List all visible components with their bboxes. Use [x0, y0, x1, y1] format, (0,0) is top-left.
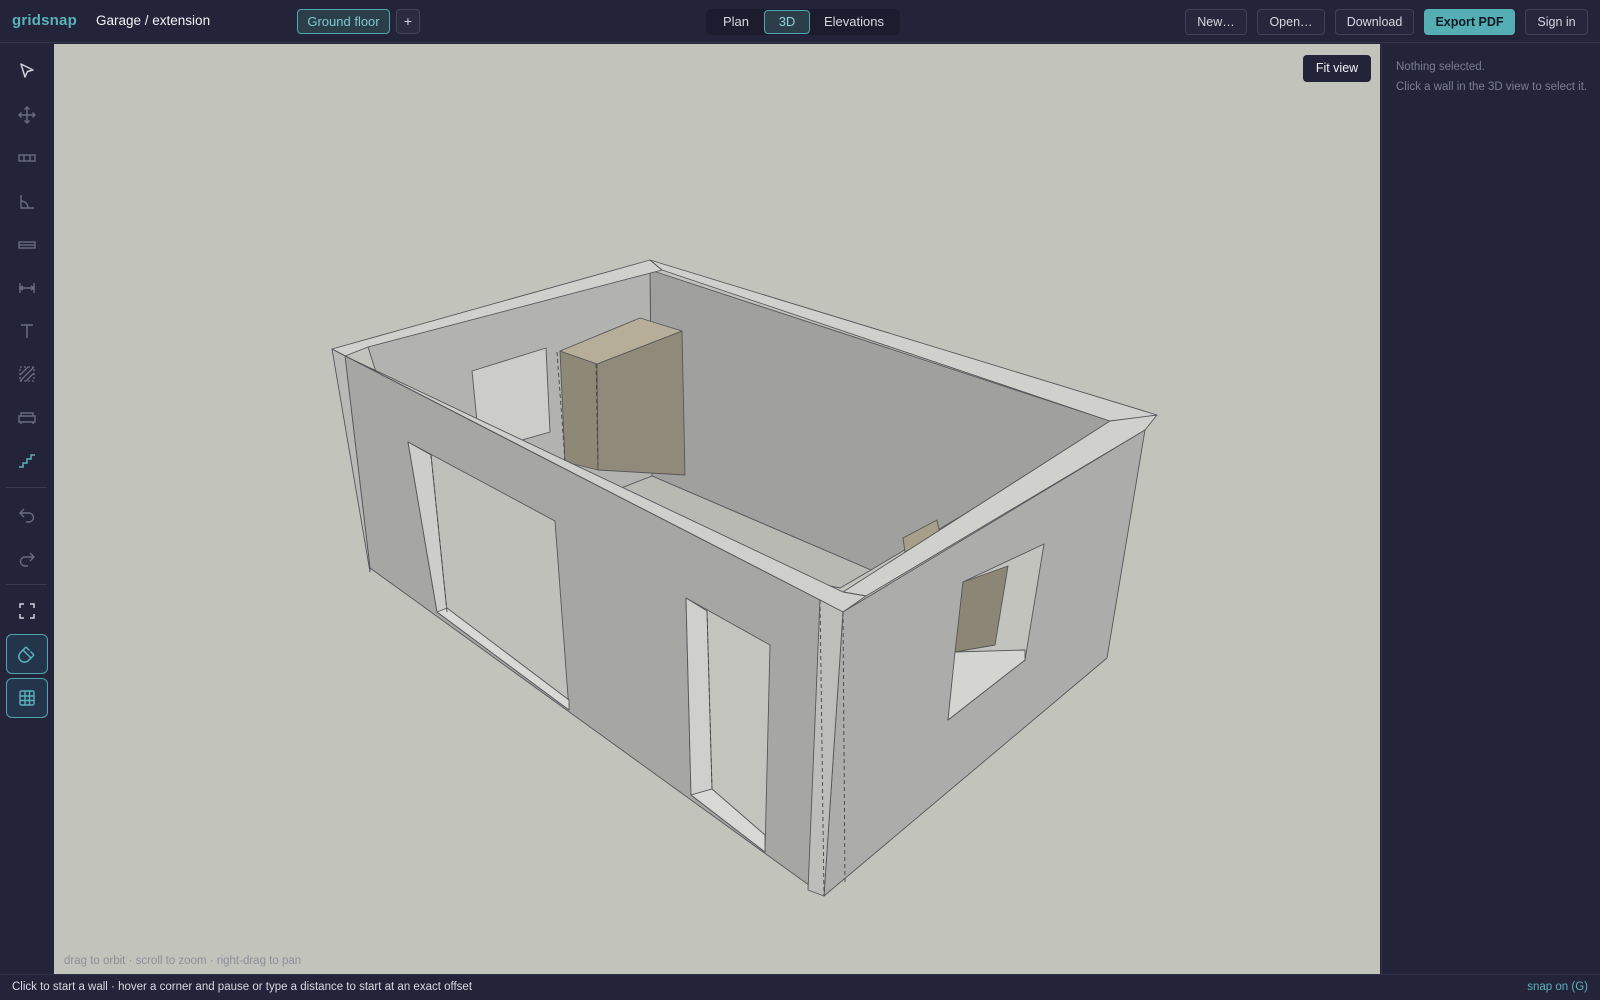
- move-tool[interactable]: [6, 95, 48, 135]
- select-tool[interactable]: [6, 51, 48, 91]
- tool-rail: [0, 44, 53, 974]
- tool-divider: [6, 584, 47, 585]
- text-icon: [21, 324, 33, 338]
- tool-divider: [6, 487, 47, 488]
- floor-tab-ground[interactable]: Ground floor: [297, 9, 390, 34]
- angle-icon: [20, 195, 34, 209]
- stairs-tool[interactable]: [6, 440, 48, 480]
- select-arrow-icon: [20, 63, 34, 78]
- hatch-tool[interactable]: [6, 354, 48, 394]
- undo-icon: [19, 508, 35, 523]
- wall-tool[interactable]: [6, 138, 48, 178]
- window-tool[interactable]: [6, 225, 48, 265]
- fullscreen-button[interactable]: [6, 591, 48, 631]
- furniture-tool[interactable]: [6, 397, 48, 437]
- hatch-icon: [19, 366, 35, 382]
- viewport-hint: drag to orbit · scroll to zoom · right-d…: [64, 955, 302, 967]
- sign-in-button[interactable]: Sign in: [1525, 9, 1588, 35]
- selection-title: Nothing selected.: [1396, 61, 1485, 73]
- redo-icon: [19, 552, 35, 567]
- inspector-panel: Nothing selected. Click a wall in the 3D…: [1381, 44, 1600, 974]
- angle-tool[interactable]: [6, 182, 48, 222]
- wall-icon: [18, 154, 36, 162]
- building-3d-model[interactable]: [54, 44, 1380, 974]
- cabinet-front[interactable]: [559, 350, 599, 471]
- move-icon: [18, 106, 36, 124]
- window-icon: [18, 241, 36, 249]
- export-pdf-button[interactable]: Export PDF: [1424, 9, 1515, 35]
- snap-magnet-icon: [18, 646, 35, 663]
- tab-3d[interactable]: 3D: [764, 10, 810, 34]
- dimension-icon: [18, 283, 36, 293]
- tab-plan[interactable]: Plan: [712, 10, 760, 34]
- undo-button[interactable]: [6, 494, 48, 534]
- open-button[interactable]: Open…: [1257, 9, 1325, 35]
- status-bar: Click to start a wall · hover a corner a…: [0, 974, 1600, 1000]
- 3d-viewport[interactable]: Fit view drag to orbit · scroll to zoom …: [54, 44, 1380, 974]
- stairs-icon: [19, 454, 35, 468]
- add-floor-button[interactable]: +: [396, 9, 420, 34]
- selection-help: Click a wall in the 3D view to select it…: [1396, 81, 1588, 93]
- grid-icon: [19, 690, 35, 706]
- fullscreen-icon: [19, 603, 35, 619]
- grid-toggle[interactable]: [6, 678, 48, 718]
- snap-status[interactable]: snap on (G): [1527, 981, 1588, 993]
- app-logo[interactable]: gridsnap: [12, 12, 77, 29]
- fit-view-button[interactable]: Fit view: [1303, 55, 1371, 82]
- new-button[interactable]: New…: [1185, 9, 1247, 35]
- tab-elevations[interactable]: Elevations: [814, 10, 894, 34]
- snap-toggle[interactable]: [6, 634, 48, 674]
- project-title[interactable]: Garage / extension: [96, 13, 210, 28]
- dimension-tool[interactable]: [6, 268, 48, 308]
- text-tool[interactable]: [6, 311, 48, 351]
- status-message: Click to start a wall · hover a corner a…: [12, 981, 473, 993]
- download-button[interactable]: Download: [1335, 9, 1414, 35]
- top-bar: gridsnap Garage / extension Ground floor…: [0, 0, 1600, 43]
- redo-button[interactable]: [6, 538, 48, 578]
- sofa-icon: [18, 412, 36, 424]
- view-switcher: Plan 3D Elevations: [706, 9, 900, 35]
